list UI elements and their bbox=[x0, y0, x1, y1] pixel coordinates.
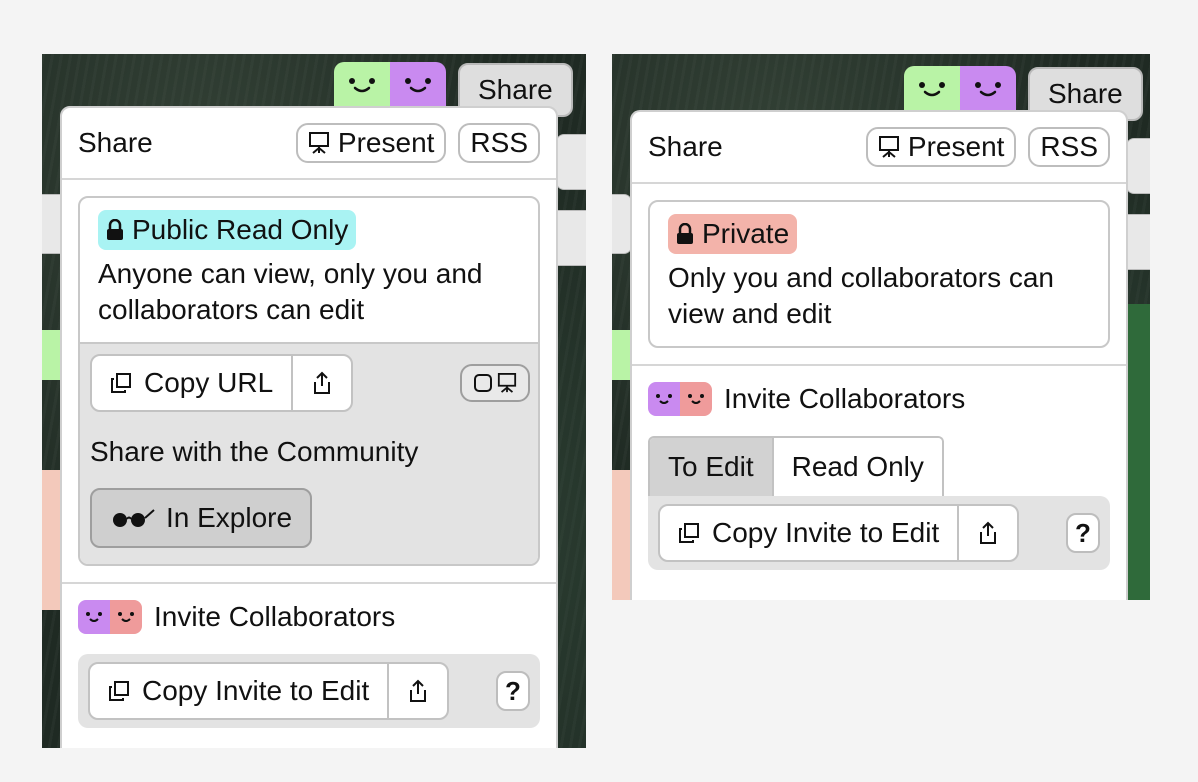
invite-heading: Invite Collaborators bbox=[724, 383, 966, 414]
access-settings: Private Only you and collaborators can v… bbox=[648, 200, 1110, 348]
copy-icon bbox=[111, 373, 131, 393]
face-icon bbox=[680, 382, 712, 416]
invite-mode-toggle: To Edit Read Only bbox=[648, 436, 944, 496]
collaborator-avatars[interactable] bbox=[904, 66, 1016, 114]
public-share-block: Copy URL Share with the Community In Exp… bbox=[80, 342, 538, 564]
access-settings: Public Read Only Anyone can view, only y… bbox=[78, 196, 540, 566]
share-out-icon bbox=[314, 371, 331, 394]
invite-section: Invite Collaborators To Edit Read Only C… bbox=[632, 364, 1126, 570]
present-icon bbox=[497, 373, 517, 393]
glasses-icon bbox=[113, 509, 155, 527]
copy-url-label: Copy URL bbox=[144, 367, 274, 398]
explore-button[interactable]: In Explore bbox=[90, 488, 313, 548]
background-card bbox=[612, 194, 632, 254]
present-button[interactable]: Present bbox=[865, 127, 1017, 167]
popover-header: Share Present RSS bbox=[632, 112, 1126, 184]
share-panel-public: Share Share Present RSS Public Read Only… bbox=[42, 54, 586, 748]
access-description: Anyone can view, only you and collaborat… bbox=[98, 258, 483, 325]
face-icon bbox=[334, 62, 390, 110]
share-popover: Share Present RSS Private Only you and c… bbox=[630, 110, 1128, 600]
copy-invite-button[interactable]: Copy Invite to Edit bbox=[660, 506, 960, 560]
present-button[interactable]: Present bbox=[295, 123, 447, 163]
tab-to-edit[interactable]: To Edit bbox=[650, 438, 774, 496]
face-icon bbox=[648, 382, 680, 416]
invite-avatars bbox=[78, 600, 142, 634]
face-icon bbox=[390, 62, 446, 110]
background-shape bbox=[42, 470, 60, 610]
access-description: Only you and collaborators can view and … bbox=[668, 262, 1054, 329]
invite-heading-row: Invite Collaborators bbox=[648, 382, 1110, 416]
access-badge[interactable]: Public Read Only bbox=[98, 210, 357, 250]
access-badge-label: Public Read Only bbox=[132, 214, 349, 245]
share-popover: Share Present RSS Public Read Only Anyon… bbox=[60, 106, 558, 748]
community-heading: Share with the Community bbox=[90, 436, 419, 467]
present-icon bbox=[878, 136, 899, 158]
share-out-button[interactable] bbox=[389, 664, 447, 718]
invite-heading-row: Invite Collaborators bbox=[78, 600, 540, 634]
copy-invite-button[interactable]: Copy Invite to Edit bbox=[90, 664, 390, 718]
invite-section: Invite Collaborators Copy Invite to Edit… bbox=[62, 582, 556, 728]
present-label: Present bbox=[337, 127, 435, 158]
access-info: Public Read Only Anyone can view, only y… bbox=[80, 198, 538, 342]
background-shape bbox=[42, 330, 60, 380]
present-label: Present bbox=[907, 131, 1005, 162]
share-panel-private: Share Share Present RSS Private Only you… bbox=[612, 54, 1150, 600]
copy-invite-group: Copy Invite to Edit bbox=[88, 662, 450, 720]
popover-title: Share bbox=[648, 131, 723, 162]
background-shape bbox=[612, 470, 630, 600]
copy-icon bbox=[679, 523, 699, 543]
present-frame-toggle[interactable] bbox=[460, 364, 530, 402]
background-card bbox=[1126, 138, 1150, 194]
copy-invite-label: Copy Invite to Edit bbox=[712, 517, 940, 548]
popover-title: Share bbox=[78, 127, 153, 158]
tab-read-only[interactable]: Read Only bbox=[773, 438, 942, 496]
present-icon bbox=[308, 132, 329, 154]
invite-heading: Invite Collaborators bbox=[154, 601, 396, 632]
face-icon bbox=[110, 600, 142, 634]
popover-header: Share Present RSS bbox=[62, 108, 556, 180]
lock-icon bbox=[677, 223, 693, 244]
frame-icon bbox=[474, 374, 492, 392]
copy-url-group: Copy URL bbox=[90, 354, 354, 412]
help-button[interactable]: ? bbox=[1066, 513, 1100, 553]
face-icon bbox=[904, 66, 960, 114]
collaborator-avatars[interactable] bbox=[334, 62, 446, 110]
copy-url-button[interactable]: Copy URL bbox=[92, 356, 294, 410]
rss-button[interactable]: RSS bbox=[458, 123, 540, 163]
share-out-icon bbox=[410, 679, 427, 702]
lock-icon bbox=[107, 219, 123, 240]
access-info: Private Only you and collaborators can v… bbox=[650, 202, 1108, 346]
share-out-button[interactable] bbox=[959, 506, 1017, 560]
share-out-icon bbox=[980, 521, 997, 544]
copy-invite-group: Copy Invite to Edit bbox=[658, 504, 1020, 562]
background-shape bbox=[1128, 304, 1150, 600]
invite-mode-tabs: To Edit Read Only bbox=[648, 436, 1110, 496]
rss-button[interactable]: RSS bbox=[1028, 127, 1110, 167]
invite-link-block: Copy Invite to Edit ? bbox=[648, 496, 1110, 570]
access-badge-label: Private bbox=[702, 218, 790, 249]
access-badge[interactable]: Private bbox=[668, 214, 798, 254]
share-out-button[interactable] bbox=[293, 356, 351, 410]
copy-invite-label: Copy Invite to Edit bbox=[142, 675, 370, 706]
background-shape bbox=[612, 330, 630, 380]
background-card bbox=[556, 134, 586, 190]
explore-label: In Explore bbox=[166, 502, 293, 533]
help-button[interactable]: ? bbox=[496, 671, 530, 711]
copy-icon bbox=[109, 681, 129, 701]
face-icon bbox=[78, 600, 110, 634]
invite-link-block: Copy Invite to Edit ? bbox=[78, 654, 540, 728]
invite-avatars bbox=[648, 382, 712, 416]
face-icon bbox=[960, 66, 1016, 114]
